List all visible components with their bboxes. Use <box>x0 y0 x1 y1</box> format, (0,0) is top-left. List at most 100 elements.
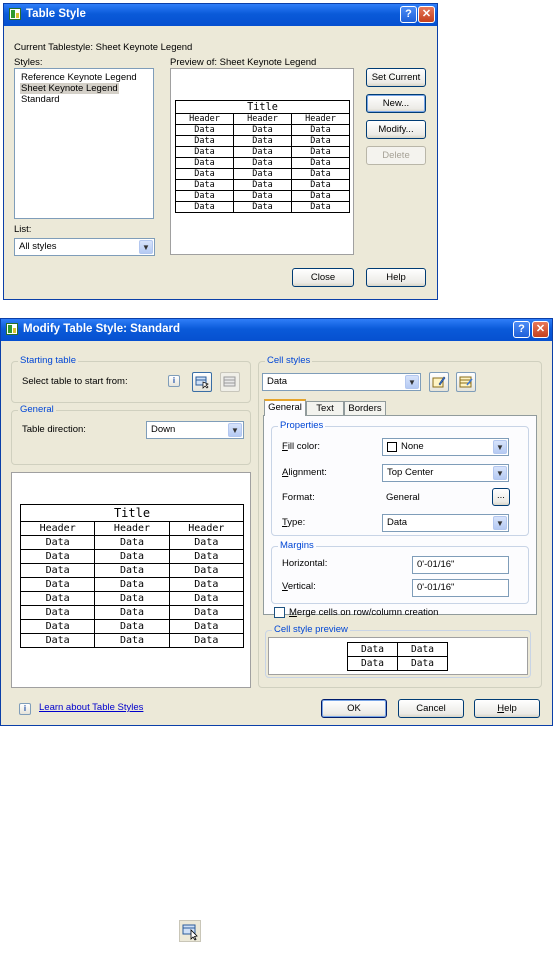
format-browse-button[interactable]: ... <box>492 488 510 506</box>
set-current-button[interactable]: Set Current <box>366 68 426 87</box>
tab-borders[interactable]: Borders <box>344 401 386 416</box>
chevron-down-icon[interactable]: ▼ <box>228 423 242 437</box>
preview-data-cell: Data <box>19 619 96 634</box>
close-title-button[interactable]: ✕ <box>418 6 435 23</box>
vertical-label: Vertical: <box>282 581 316 592</box>
cancel-button[interactable]: Cancel <box>398 699 464 718</box>
properties-group: Properties Fill color: None ▼ Alignment:… <box>271 420 529 536</box>
preview-table: Title Header Header Header Data Data Data Data D… <box>19 504 245 648</box>
cell-style-combobox[interactable]: Data ▼ <box>262 373 421 391</box>
merge-cells-checkbox[interactable] <box>274 607 285 618</box>
list-combobox[interactable]: All styles ▼ <box>14 238 155 256</box>
ok-button[interactable]: OK <box>321 699 387 718</box>
preview-data-cell: Data <box>94 563 170 578</box>
cell-preview-table: Data Data Data Data <box>347 642 448 671</box>
vertical-margin-input[interactable]: 0'-01/16" <box>412 579 509 597</box>
chevron-down-icon[interactable]: ▼ <box>405 375 419 389</box>
new-button[interactable]: New... <box>366 94 426 113</box>
preview-data-cell: Data <box>175 124 234 136</box>
info-icon: i <box>19 703 31 715</box>
chevron-down-icon[interactable]: ▼ <box>139 240 153 254</box>
dialog-title: Modify Table Style: Standard <box>23 323 180 335</box>
select-table-icon <box>179 920 201 942</box>
delete-table-icon[interactable] <box>220 372 240 392</box>
modify-table-style-dialog: Modify Table Style: Standard ? ✕ Startin… <box>0 318 553 726</box>
cell-style-preview-panel: Data Data Data Data <box>268 637 528 675</box>
cell-preview-cell: Data <box>347 656 398 671</box>
merge-cells-label[interactable]: Merge cells on row/column creation <box>289 607 438 618</box>
tab-general[interactable]: General <box>264 399 306 416</box>
type-combobox[interactable]: Data ▼ <box>382 514 509 532</box>
chevron-down-icon[interactable]: ▼ <box>493 466 507 480</box>
preview-header-cell: Header <box>168 521 245 536</box>
learn-table-styles-link[interactable]: Learn about Table Styles <box>39 702 143 713</box>
style-item-selected[interactable]: Sheet Keynote Legend <box>20 83 119 94</box>
manage-cell-styles-icon[interactable] <box>456 372 476 392</box>
preview-data-cell: Data <box>233 135 292 147</box>
app-icon <box>6 323 18 335</box>
close-title-button[interactable]: ✕ <box>532 321 549 338</box>
starting-table-group: Starting table Select table to start fro… <box>11 355 251 403</box>
alignment-label: Alignment: <box>282 467 327 478</box>
table-style-dialog: Table Style ? ✕ Current Tablestyle: Shee… <box>3 3 438 300</box>
preview-data-cell: Data <box>19 535 96 550</box>
preview-data-cell: Data <box>175 201 234 213</box>
preview-data-cell: Data <box>19 633 96 648</box>
preview-header-cell: Header <box>291 113 350 125</box>
horizontal-label: Horizontal: <box>282 558 328 569</box>
preview-data-cell: Data <box>291 146 350 158</box>
info-icon: i <box>168 375 180 387</box>
title-bar[interactable]: Modify Table Style: Standard ? ✕ <box>1 319 552 341</box>
properties-legend: Properties <box>278 420 326 431</box>
cell-styles-legend: Cell styles <box>265 355 313 366</box>
help-title-button[interactable]: ? <box>400 6 417 23</box>
table-direction-label: Table direction: <box>22 424 86 435</box>
preview-data-cell: Data <box>168 577 245 592</box>
preview-data-cell: Data <box>233 179 292 191</box>
preview-data-cell: Data <box>168 563 245 578</box>
help-button[interactable]: Help <box>474 699 540 718</box>
list-value: All styles <box>19 241 57 252</box>
preview-header-cell: Header <box>233 113 292 125</box>
select-table-icon[interactable] <box>192 372 212 392</box>
preview-data-cell: Data <box>94 633 170 648</box>
style-item[interactable]: Reference Keynote Legend <box>21 72 137 83</box>
preview-header-cell: Header <box>94 521 170 536</box>
cell-preview-cell: Data <box>397 642 448 657</box>
preview-data-cell: Data <box>19 563 96 578</box>
preview-data-cell: Data <box>168 619 245 634</box>
preview-table: Title Header Header Header Data Data Data Data D… <box>175 100 350 213</box>
tab-text[interactable]: Text <box>306 401 344 416</box>
preview-data-cell: Data <box>291 168 350 180</box>
title-bar[interactable]: Table Style ? ✕ <box>4 4 437 26</box>
modify-button[interactable]: Modify... <box>366 120 426 139</box>
delete-button[interactable]: Delete <box>366 146 426 165</box>
preview-data-cell: Data <box>233 157 292 169</box>
preview-data-cell: Data <box>19 549 96 564</box>
cell-preview-cell: Data <box>397 656 448 671</box>
preview-data-cell: Data <box>175 146 234 158</box>
color-swatch <box>387 442 397 452</box>
close-button[interactable]: Close <box>292 268 354 287</box>
chevron-down-icon[interactable]: ▼ <box>493 440 507 454</box>
table-direction-combobox[interactable]: Down ▼ <box>146 421 244 439</box>
dialog-title: Table Style <box>26 8 86 20</box>
margins-legend: Margins <box>278 540 316 551</box>
help-title-button[interactable]: ? <box>513 321 530 338</box>
cell-style-value: Data <box>267 376 288 387</box>
create-cell-style-icon[interactable] <box>429 372 449 392</box>
preview-data-cell: Data <box>19 577 96 592</box>
preview-data-cell: Data <box>168 605 245 620</box>
help-button[interactable]: Help <box>366 268 426 287</box>
format-value: General <box>386 492 420 503</box>
style-item[interactable]: Standard <box>21 94 60 105</box>
preview-label: Preview of: Sheet Keynote Legend <box>170 57 317 68</box>
horizontal-margin-input[interactable]: 0'-01/16" <box>412 556 509 574</box>
preview-data-cell: Data <box>175 190 234 202</box>
fill-color-combobox[interactable]: None ▼ <box>382 438 509 456</box>
fill-color-label: Fill color: <box>282 441 321 452</box>
alignment-combobox[interactable]: Top Center ▼ <box>382 464 509 482</box>
chevron-down-icon[interactable]: ▼ <box>493 516 507 530</box>
table-preview-panel: Title Header Header Header Data Data Data Data D… <box>11 472 251 688</box>
styles-listbox[interactable]: Reference Keynote Legend Sheet Keynote L… <box>14 68 154 219</box>
